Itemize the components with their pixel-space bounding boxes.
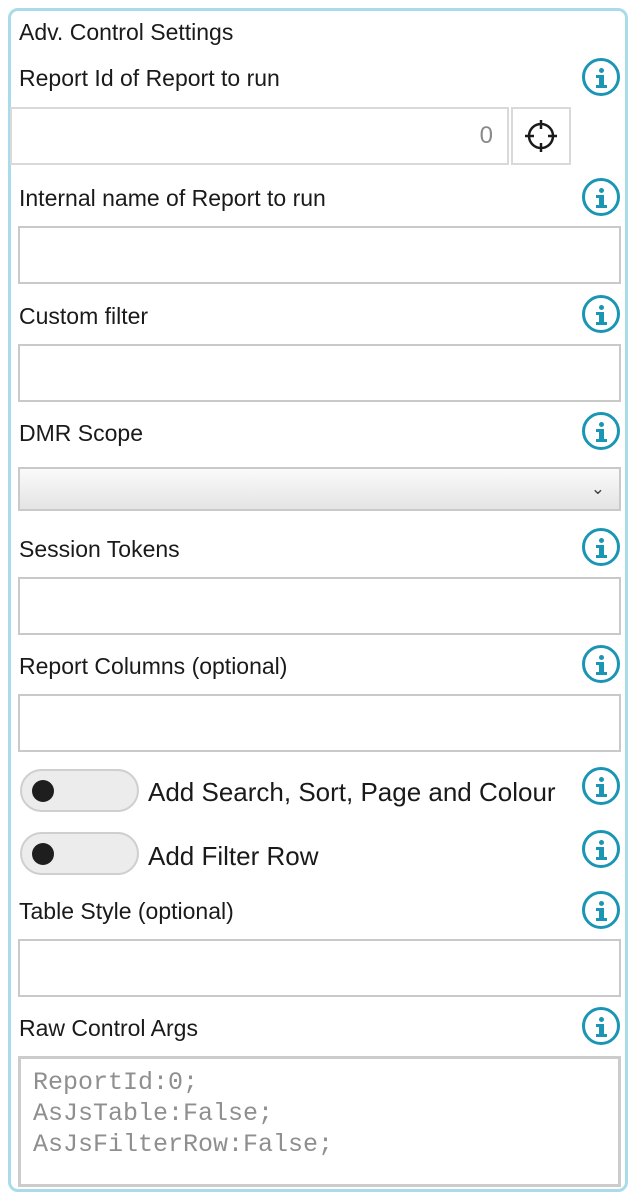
- crosshair-icon: [525, 120, 557, 152]
- internal-name-label: Internal name of Report to run: [19, 185, 326, 211]
- info-icon[interactable]: [582, 295, 620, 333]
- session-tokens-input[interactable]: [18, 577, 621, 635]
- custom-filter-input[interactable]: [18, 344, 621, 402]
- toggle-knob: [32, 843, 54, 865]
- report-columns-input[interactable]: [18, 694, 621, 752]
- search-sort-toggle[interactable]: [20, 769, 139, 812]
- dmr-scope-select[interactable]: ⌄: [18, 467, 621, 511]
- info-icon[interactable]: [582, 645, 620, 683]
- panel-title: Adv. Control Settings: [19, 19, 234, 45]
- raw-control-args-textarea[interactable]: ReportId:0; AsJsTable:False; AsJsFilterR…: [18, 1056, 621, 1187]
- info-icon[interactable]: [582, 178, 620, 216]
- search-sort-toggle-label: Add Search, Sort, Page and Colour: [148, 777, 556, 807]
- raw-control-args-label: Raw Control Args: [19, 1015, 198, 1041]
- table-style-label: Table Style (optional): [19, 898, 234, 924]
- info-icon[interactable]: [582, 891, 620, 929]
- info-icon[interactable]: [582, 58, 620, 96]
- info-icon[interactable]: [582, 767, 620, 805]
- info-icon[interactable]: [582, 1007, 620, 1045]
- info-icon[interactable]: [582, 412, 620, 450]
- dmr-scope-label: DMR Scope: [19, 420, 143, 446]
- filter-row-toggle-label: Add Filter Row: [148, 841, 319, 871]
- info-icon[interactable]: [582, 830, 620, 868]
- report-columns-label: Report Columns (optional): [19, 653, 288, 679]
- filter-row-toggle[interactable]: [20, 832, 139, 875]
- report-id-label: Report Id of Report to run: [19, 65, 280, 91]
- toggle-knob: [32, 780, 54, 802]
- custom-filter-label: Custom filter: [19, 303, 149, 329]
- report-picker-button[interactable]: [511, 107, 571, 165]
- chevron-down-icon: ⌄: [590, 479, 605, 498]
- table-style-input[interactable]: [18, 939, 621, 997]
- session-tokens-label: Session Tokens: [19, 536, 180, 562]
- report-id-input[interactable]: [10, 107, 509, 165]
- info-icon[interactable]: [582, 528, 620, 566]
- internal-name-input[interactable]: [18, 226, 621, 284]
